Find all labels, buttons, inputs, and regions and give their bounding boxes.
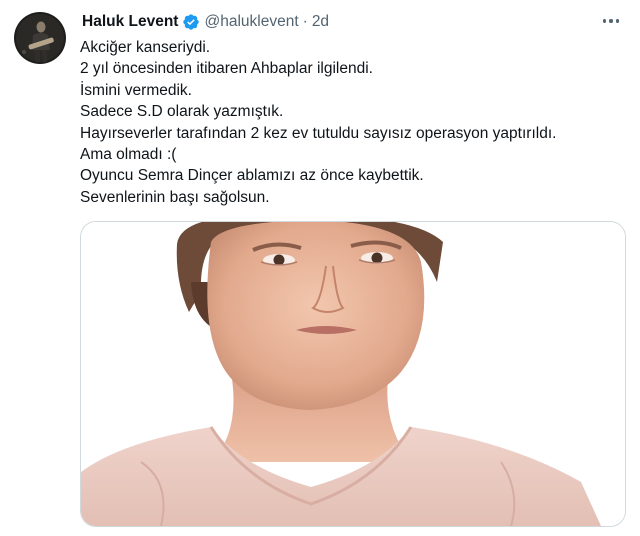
tweet-line: 2 yıl öncesinden itibaren Ahbaplar ilgil… xyxy=(80,60,373,78)
tweet-timestamp[interactable]: 2d xyxy=(312,13,329,31)
tweet-header: Haluk Levent @haluklevent · 2d xyxy=(82,11,600,33)
tweet-text: Akciğer kanseriydi. 2 yıl öncesinden iti… xyxy=(80,37,620,208)
tweet-line: Sadece S.D olarak yazmıştık. xyxy=(80,103,284,121)
tweet: Haluk Levent @haluklevent · 2d Akciğer k… xyxy=(0,0,640,536)
tweet-line: Hayırseverler tarafından 2 kez ev tutuld… xyxy=(80,124,557,142)
tweet-photo[interactable] xyxy=(80,221,626,527)
tweet-line: İsmini vermedik. xyxy=(80,81,192,99)
more-options-icon[interactable] xyxy=(598,10,624,32)
separator-dot: · xyxy=(302,13,308,30)
author-handle[interactable]: @haluklevent xyxy=(204,13,298,31)
tweet-line: Ama olmadı :( xyxy=(80,146,177,164)
avatar-image xyxy=(14,12,66,64)
verified-badge-icon xyxy=(182,13,200,31)
author-display-name[interactable]: Haluk Levent xyxy=(82,13,178,31)
tweet-line: Oyuncu Semra Dinçer ablamızı az önce kay… xyxy=(80,167,424,185)
tweet-line: Sevenlerinin başı sağolsun. xyxy=(80,188,270,206)
avatar[interactable] xyxy=(14,12,66,64)
portrait-image xyxy=(81,222,625,526)
tweet-line: Akciğer kanseriydi. xyxy=(80,39,211,56)
